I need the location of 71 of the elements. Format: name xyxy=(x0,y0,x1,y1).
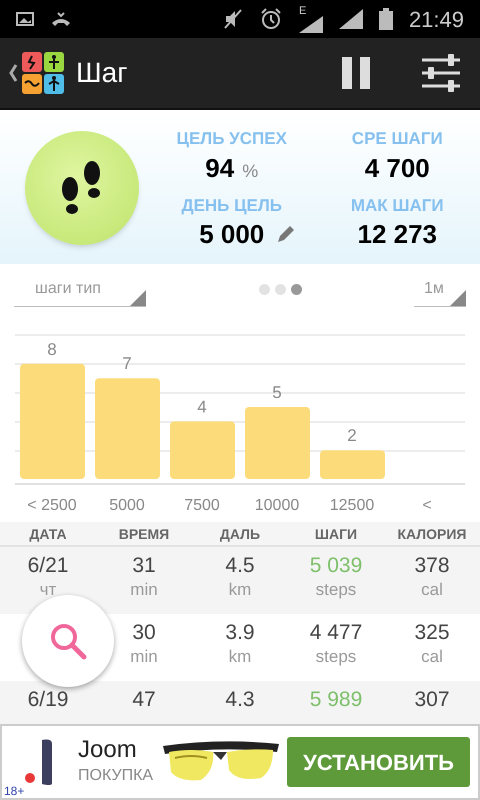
unit-label: steps xyxy=(316,646,356,668)
unit-label: cal xyxy=(421,579,443,601)
table-cell: 325 xyxy=(414,620,450,646)
category-label: < xyxy=(422,497,432,514)
stat-label: МАК ШАГИ xyxy=(350,194,444,216)
back-icon[interactable] xyxy=(8,63,18,83)
clock-time: 21:49 xyxy=(408,6,464,34)
table-cell: 307 xyxy=(414,687,450,713)
data-label: 5 xyxy=(272,383,282,402)
period-dropdown[interactable]: 1м xyxy=(414,277,466,307)
data-label: 8 xyxy=(47,340,57,359)
stat-label: ДЕНЬ ЦЕЛЬ xyxy=(181,194,282,216)
install-button[interactable]: УСТАНОВИТЬ xyxy=(287,737,470,787)
stat-value: 94 xyxy=(205,152,234,184)
bar xyxy=(245,407,310,479)
table-cell: 378 xyxy=(414,553,450,579)
data-label: 2 xyxy=(347,426,357,446)
search-icon xyxy=(48,621,88,661)
table-cell: 5 989 xyxy=(310,687,362,713)
missed-call-icon xyxy=(50,11,72,27)
unit-label: min xyxy=(130,646,158,668)
table-cell: 6/19 xyxy=(28,687,68,713)
category-label: 10000 xyxy=(254,497,300,514)
unit-label: cal xyxy=(421,646,443,668)
category-label: < 2500 xyxy=(27,497,77,514)
app-title: Шаг xyxy=(76,56,128,90)
mute-icon xyxy=(222,8,243,30)
category-label: 5000 xyxy=(109,497,145,514)
table-cell: 6/21 xyxy=(28,553,68,579)
column-header: КАЛОРИЯ xyxy=(396,525,468,544)
table-cell: 30 xyxy=(132,620,156,646)
data-label: 7 xyxy=(122,354,132,374)
table-cell: 4.5 xyxy=(225,553,255,579)
column-header: ВРЕМЯ xyxy=(118,525,170,544)
pencil-icon[interactable] xyxy=(276,224,296,244)
stat-unit: % xyxy=(242,160,258,182)
category-label: 12500 xyxy=(330,497,374,514)
unit-label: min xyxy=(130,579,158,601)
table-cell: 3.9 xyxy=(225,620,255,646)
column-header: ШАГИ xyxy=(314,525,358,544)
table-cell: 5 039 xyxy=(310,553,362,579)
ad-title: Joom xyxy=(78,736,138,764)
image-icon xyxy=(16,12,34,26)
battery-icon xyxy=(378,8,393,30)
pause-icon[interactable] xyxy=(342,57,370,89)
table-cell: 4 477 xyxy=(310,620,362,646)
age-rating: 18+ xyxy=(2,784,26,798)
stat-value: 4 700 xyxy=(364,152,430,184)
table-cell: 31 xyxy=(132,553,156,579)
column-header: ДАЛЬ xyxy=(218,525,262,544)
category-label: 7500 xyxy=(184,497,220,514)
table-cell: 47 xyxy=(132,687,156,713)
unit-label: чт xyxy=(40,579,56,601)
settings-sliders-icon[interactable] xyxy=(422,54,460,92)
app-logo-icon xyxy=(22,52,64,94)
bar xyxy=(170,421,235,479)
stat-value: 5 000 xyxy=(199,218,264,250)
bar xyxy=(320,450,385,479)
stat-label: СРЕ ШАГИ xyxy=(352,128,443,150)
unit-label: steps xyxy=(316,579,356,601)
ad-subtitle: ПОКУПКА xyxy=(78,766,154,786)
alarm-icon xyxy=(258,7,283,31)
stat-label: ЦЕЛЬ УСПЕХ xyxy=(176,128,287,150)
type-dropdown[interactable]: шаги тип xyxy=(14,277,146,307)
unit-label: km xyxy=(228,579,252,601)
data-label: 4 xyxy=(197,397,207,416)
table-cell: 4.3 xyxy=(225,687,255,713)
column-header: ДАТА xyxy=(28,525,68,544)
stat-value: 12 273 xyxy=(357,218,438,250)
signal-icon xyxy=(338,9,363,29)
unit-label: km xyxy=(228,646,252,668)
